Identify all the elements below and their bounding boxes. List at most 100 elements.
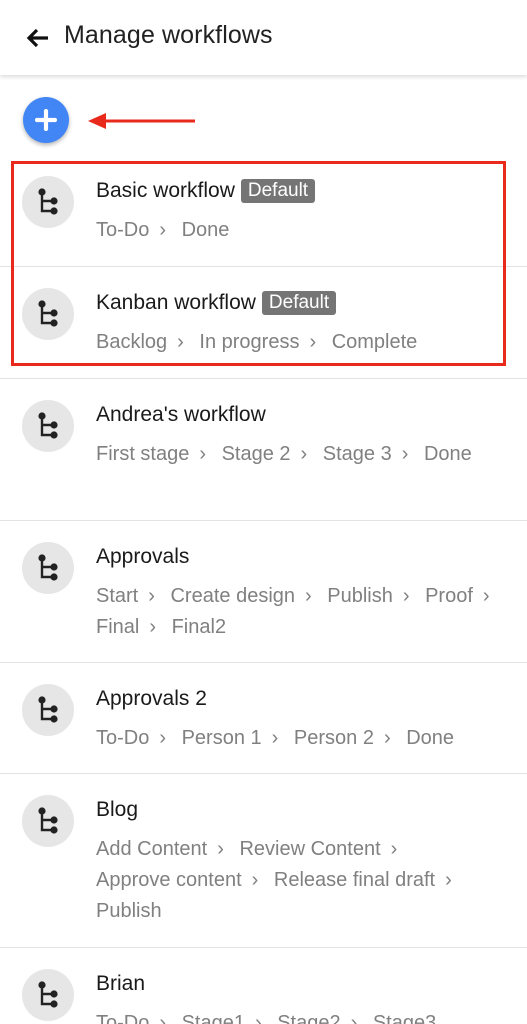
workflow-icon — [22, 969, 74, 1021]
chevron-right-icon: › — [159, 727, 167, 749]
workflow-stage: Person 2 › — [294, 727, 401, 749]
workflow-stage: Person 1 › — [182, 727, 289, 749]
workflow-name: Basic workflow Default — [96, 179, 316, 203]
workflow-name: Approvals — [96, 545, 189, 569]
workflow-stage: In progress › — [199, 331, 326, 353]
workflow-stage: First stage › — [96, 443, 216, 465]
stage-label: Final2 — [171, 616, 227, 638]
chevron-right-icon: › — [350, 1012, 358, 1024]
stage-label: Start — [96, 585, 139, 607]
workflow-name: Approvals 2 — [96, 687, 207, 711]
stage-label: Done — [181, 219, 230, 241]
default-badge: Default — [261, 291, 337, 315]
workflow-icon — [22, 542, 74, 594]
stage-label: Publish — [327, 585, 393, 607]
stage-label: Stage 2 — [221, 443, 291, 465]
workflow-name-text: Basic workflow — [96, 179, 235, 202]
app-header: Manage workflows — [0, 0, 527, 75]
workflow-name-text: Blog — [96, 798, 139, 821]
stage-label: Stage2 — [277, 1012, 341, 1024]
workflow-stage: To-Do › — [96, 219, 176, 241]
stage-label: Review Content — [239, 838, 381, 860]
chevron-right-icon: › — [177, 331, 184, 353]
annotation-arrow — [88, 113, 195, 129]
stage-label: Stage3 — [372, 1012, 437, 1024]
workflow-stages: To-Do › Done — [96, 215, 506, 246]
workflow-name-text: Approvals 2 — [96, 687, 207, 710]
workflow-name: Kanban workflow Default — [96, 291, 337, 315]
workflow-stage: Done — [406, 727, 454, 749]
stage-label: To-Do — [96, 1012, 150, 1024]
workflow-stage: Stage1 › — [182, 1012, 272, 1024]
workflow-stage: Create design › — [170, 585, 321, 607]
chevron-right-icon: › — [254, 1012, 262, 1024]
workflow-list-item[interactable]: Approvals 2 To-Do › Person 1 › Person 2 › Do… — [0, 663, 527, 774]
workflow-stage: Backlog › — [96, 331, 194, 353]
workflow-stage: Final › — [96, 616, 166, 638]
chevron-right-icon: › — [159, 1012, 167, 1024]
workflow-list-item[interactable]: Kanban workflow Default Backlog › In progre… — [0, 267, 527, 379]
workflow-list-item[interactable]: Blog Add Content › Review Content › Approve… — [0, 774, 527, 948]
workflow-branch-icon — [38, 188, 58, 215]
workflow-icon — [22, 795, 74, 847]
stage-label: Final — [96, 616, 140, 638]
workflow-stages: Start › Create design › Publish › Proof › Fi… — [96, 581, 506, 643]
workflow-stage: Stage 3 › — [323, 443, 419, 465]
workflow-stages: Backlog › In progress › Complete — [96, 327, 506, 358]
workflow-stage: To-Do › — [96, 1012, 176, 1024]
workflow-stages: To-Do › Person 1 › Person 2 › Done — [96, 723, 506, 754]
chevron-right-icon: › — [309, 331, 317, 353]
chevron-right-icon: › — [390, 838, 398, 860]
workflow-stage: Stage 2 › — [222, 443, 318, 465]
workflow-stage: Publish — [96, 900, 162, 922]
workflow-name-text: Brian — [96, 972, 146, 995]
workflow-stage: Stage3 — [373, 1012, 436, 1024]
add-workflow-button[interactable] — [23, 97, 69, 143]
workflow-stage: Stage2 › — [277, 1012, 367, 1024]
stage-label: Done — [406, 727, 454, 749]
back-button[interactable] — [24, 24, 52, 52]
workflow-icon — [22, 288, 74, 340]
stage-label: Backlog — [96, 331, 168, 353]
workflow-stage: Review Content › — [239, 838, 407, 860]
workflow-list-item[interactable]: Basic workflow Default To-Do › Done — [0, 161, 527, 267]
arrow-left-icon — [26, 28, 48, 48]
stage-label: Approve content — [96, 869, 242, 891]
stage-label: Stage1 — [181, 1012, 245, 1024]
workflow-stage: Done — [182, 219, 230, 241]
workflow-list-item[interactable]: Brian To-Do › Stage1 › Stage2 › Stage3 — [0, 948, 527, 1024]
workflow-stage: Proof › — [425, 585, 499, 607]
workflow-stages: Add Content › Review Content › Approve con… — [96, 834, 506, 927]
workflow-list-item[interactable]: Approvals Start › Create design › Publish › … — [0, 521, 527, 663]
workflow-stages: To-Do › Stage1 › Stage2 › Stage3 — [96, 1008, 506, 1024]
stage-label: Complete — [331, 331, 418, 353]
stage-label: Proof — [425, 585, 473, 607]
default-badge: Default — [240, 179, 316, 203]
stage-label: Release final draft — [273, 869, 436, 891]
workflow-branch-icon — [38, 554, 58, 581]
chevron-right-icon: › — [305, 585, 312, 607]
workflow-stage: Release final draft › — [274, 869, 462, 891]
workflow-icon — [22, 684, 74, 736]
workflow-branch-icon — [38, 412, 58, 439]
stage-label: Add Content — [96, 838, 208, 860]
stage-label: To-Do — [96, 219, 150, 241]
chevron-right-icon: › — [271, 727, 279, 749]
workflow-list-item[interactable]: Andrea's workflow First stage › Stage 2 › S… — [0, 379, 527, 521]
chevron-right-icon: › — [149, 616, 157, 638]
chevron-right-icon: › — [251, 869, 259, 891]
chevron-right-icon: › — [159, 219, 167, 241]
workflow-name-text: Kanban workflow — [96, 291, 256, 314]
workflow-stages: First stage › Stage 2 › Stage 3 › Done — [96, 439, 506, 470]
stage-label: Publish — [96, 900, 162, 922]
chevron-right-icon: › — [148, 585, 155, 607]
workflow-branch-icon — [38, 807, 58, 834]
chevron-right-icon: › — [445, 869, 452, 891]
stage-label: In progress — [199, 331, 300, 353]
workflow-stage: To-Do › — [96, 727, 176, 749]
stage-label: Done — [423, 443, 472, 465]
stage-label: To-Do — [96, 727, 150, 749]
workflow-branch-icon — [38, 300, 58, 327]
workflow-stage: Approve content › — [96, 869, 268, 891]
stage-label: Person 1 — [181, 727, 262, 749]
